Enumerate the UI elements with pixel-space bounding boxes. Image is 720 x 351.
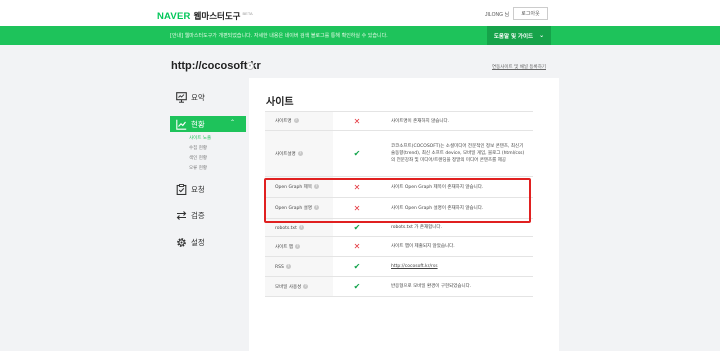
table-row: 사이트 맵? ✕ 사이트 맵이 제출되지 않았습니다. (265, 236, 533, 257)
row-label-cell: 모바일 사용성? (265, 276, 333, 297)
row-label: 사이트 맵 (275, 244, 293, 250)
open-graph-highlight-box (264, 178, 531, 223)
row-description: 사이트 맵이 제출되지 않았습니다. (391, 244, 455, 249)
row-status-cell: ✔ (333, 130, 381, 177)
nav-label-verify: 검증 (191, 210, 205, 220)
row-description: 반응형으로 모바일 환경이 구현되었습니다. (391, 284, 472, 289)
add-site-channel-link[interactable]: 연동사이트 및 채널 등록하기 (492, 64, 546, 70)
row-desc-cell: 사이트 맵이 제출되지 않았습니다. (381, 236, 533, 257)
chart-icon (175, 118, 187, 130)
help-guide-button[interactable]: 도움말 및 가이드 ⌄ (487, 26, 551, 45)
help-guide-label: 도움말 및 가이드 (493, 33, 534, 40)
row-label-cell: 사이트명? (265, 111, 333, 131)
x-icon: ✕ (353, 242, 361, 251)
top-header: NAVER 웹마스터도구 BETA JILONG 님 로그아웃 (0, 0, 720, 27)
beta-badge: BETA (242, 11, 253, 16)
rss-link[interactable]: http://cocosoft.kr/rss (391, 264, 438, 269)
table-row: 사이트설명? ✔ 코코소프트(COCOSOFT)는 소셜미디어 전문적인 정보 콘텐… (265, 130, 533, 177)
help-icon[interactable]: ? (303, 283, 309, 289)
clipboard-check-icon (175, 183, 187, 195)
row-label-cell: RSS? (265, 256, 333, 277)
row-status-cell: ✔ (333, 256, 381, 277)
help-icon[interactable]: ? (295, 243, 300, 249)
x-icon: ✕ (353, 116, 361, 126)
row-label: 모바일 사용성 (275, 284, 302, 290)
nav-item-status[interactable]: 현황 ⌃ (170, 116, 246, 132)
chevron-up-icon: ⌃ (230, 119, 236, 126)
row-label-cell: 사이트 맵? (265, 236, 333, 257)
nav-label-status: 현황 (191, 120, 205, 129)
page-title: 사이트 (266, 97, 294, 108)
help-icon[interactable]: ? (285, 263, 291, 269)
row-description: 사이트명이 존재하지 않습니다. (391, 118, 450, 124)
row-status-cell: ✕ (333, 111, 381, 131)
check-icon: ✔ (353, 262, 361, 271)
nav-item-summary[interactable]: 요약 (175, 91, 205, 103)
logout-button[interactable]: 로그아웃 (513, 7, 548, 20)
row-status-cell: ✕ (333, 236, 381, 257)
gear-icon (175, 236, 187, 248)
nav-item-settings[interactable]: 설정 (175, 236, 205, 248)
nav-item-request[interactable]: 요청 (175, 183, 205, 195)
row-desc-cell: 코코소프트(COCOSOFT)는 소셜미디어 전문적인 정보 콘텐츠, 최신기술… (381, 130, 533, 177)
table-row: RSS? ✔ http://cocosoft.kr/rss (265, 256, 533, 277)
check-icon: ✔ (353, 149, 361, 158)
row-desc-cell: http://cocosoft.kr/rss (381, 256, 533, 277)
user-id-label: JILONG 님 (485, 12, 510, 18)
row-label: RSS (275, 264, 284, 270)
nav-label-summary: 요약 (191, 92, 205, 102)
check-icon: ✔ (353, 282, 361, 291)
site-dropdown-icon[interactable]: ▾ (246, 62, 254, 70)
row-label-cell: 사이트설명? (265, 130, 333, 177)
subnav-crawl-status[interactable]: 수집 현황 (189, 145, 207, 151)
nav-label-settings: 설정 (191, 237, 205, 247)
notice-bar: [안내] 웹마스터도구가 개편되었습니다. 자세한 내용은 네이버 검색 블로그… (0, 26, 720, 45)
notice-text: [안내] 웹마스터도구가 개편되었습니다. 자세한 내용은 네이버 검색 블로그… (170, 33, 388, 39)
monitor-icon (175, 91, 187, 103)
check-icon: ✔ (353, 223, 361, 232)
help-icon[interactable]: ? (297, 150, 303, 156)
row-status-cell: ✔ (333, 276, 381, 297)
subnav-error-status[interactable]: 오류 현황 (189, 165, 207, 171)
row-desc-cell: 반응형으로 모바일 환경이 구현되었습니다. (381, 276, 533, 297)
row-label: 사이트설명 (275, 151, 296, 157)
subnav-index-status[interactable]: 색인 현황 (189, 155, 207, 161)
arrows-exchange-icon (175, 209, 187, 221)
nav-item-verify[interactable]: 검증 (175, 209, 205, 221)
row-label: robots.txt (275, 225, 297, 231)
product-name: 웹마스터도구 (193, 12, 241, 22)
table-row: 사이트명? ✕ 사이트명이 존재하지 않습니다. (265, 111, 533, 131)
row-description: 코코소프트(COCOSOFT)는 소셜미디어 전문적인 정보 콘텐츠, 최신기술… (391, 144, 525, 163)
row-label: 사이트명 (275, 119, 292, 124)
row-desc-cell: 사이트명이 존재하지 않습니다. (381, 111, 533, 131)
help-icon[interactable]: ? (298, 224, 304, 230)
help-icon[interactable]: ? (293, 118, 299, 123)
subnav-site-exposure[interactable]: 사이트 노출 (189, 135, 211, 141)
chevron-down-icon: ⌄ (539, 32, 545, 39)
row-description: robots.txt 가 존재합니다. (391, 225, 442, 230)
nav-label-request: 요청 (191, 184, 205, 194)
brand-logo[interactable]: NAVER 웹마스터도구 BETA (157, 10, 253, 22)
naver-logo-text: NAVER (157, 11, 191, 22)
table-row: 모바일 사용성? ✔ 반응형으로 모바일 환경이 구현되었습니다. (265, 276, 533, 297)
